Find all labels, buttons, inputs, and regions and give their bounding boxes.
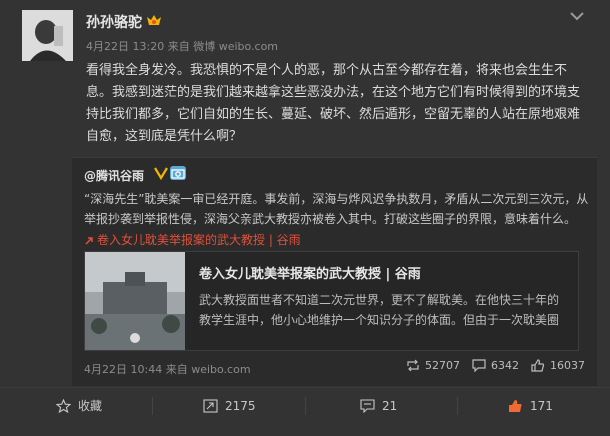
divider — [305, 397, 306, 415]
member-crown-icon[interactable] — [146, 13, 162, 27]
article-link[interactable]: 卷入女儿耽美举报案的武大教授 | 谷雨 — [84, 231, 301, 248]
repost-count: 52707 — [425, 359, 460, 372]
action-bar: 收藏 2175 21 171 — [0, 387, 610, 423]
favorite-label: 收藏 — [78, 399, 103, 413]
author-name[interactable]: 孙孙骆驼 — [86, 12, 142, 32]
repost-stats: 52707 6342 16037 — [406, 359, 585, 372]
article-link-label[interactable]: 卷入女儿耽美举报案的武大教授 | 谷雨 — [97, 233, 301, 247]
comment-count-stat[interactable]: 6342 — [472, 359, 519, 372]
comment-button[interactable]: 21 — [360, 388, 397, 423]
comment-icon — [472, 359, 486, 372]
repost-icon — [407, 359, 419, 372]
link-icon — [85, 236, 93, 245]
post-meta: 4月22日 13:20 来自 微博 weibo.com — [86, 38, 278, 54]
repost-icon — [203, 398, 218, 413]
verified-badge-icon — [154, 167, 168, 180]
repost-source: 来自 weibo.com — [165, 363, 251, 376]
repost-block: @腾讯谷雨 “深海先生”耽美案一审已经开庭。事发前，深海与烨风迟争执数月，矛盾从… — [72, 157, 597, 386]
article-card[interactable]: 卷入女儿耽美举报案的武大教授 | 谷雨 武大教授面世者不知道二次元世界，更不了解… — [84, 251, 579, 351]
favorite-button[interactable]: 收藏 — [56, 388, 102, 423]
repost-button[interactable]: 2175 — [203, 388, 256, 423]
like-action-count: 171 — [530, 398, 553, 413]
comment-action-count: 21 — [382, 398, 398, 413]
article-thumbnail — [85, 252, 185, 350]
thumbs-up-icon — [531, 359, 545, 372]
comment-count: 6342 — [491, 359, 519, 372]
comment-icon — [360, 398, 375, 413]
avatar[interactable] — [22, 10, 73, 61]
repost-timestamp[interactable]: 4月22日 10:44 — [84, 363, 162, 376]
chevron-down-icon[interactable] — [569, 10, 585, 22]
repost-author[interactable]: @腾讯谷雨 — [84, 167, 144, 184]
post-text: 看得我全身发冷。我恐惧的不是个人的恶，那个从古至今都存在着，将来也会生生不息。我… — [86, 63, 581, 144]
divider — [457, 397, 458, 415]
divider — [152, 397, 153, 415]
like-count: 16037 — [550, 359, 585, 372]
article-card-title[interactable]: 卷入女儿耽美举报案的武大教授 | 谷雨 — [199, 263, 421, 282]
thumbs-up-icon — [509, 399, 522, 412]
repost-meta: 4月22日 10:44 来自 weibo.com — [84, 361, 251, 377]
camera-icon[interactable] — [170, 166, 186, 180]
star-icon — [56, 398, 71, 413]
repost-text: “深海先生”耽美案一审已经开庭。事发前，深海与烨风迟争执数月，矛盾从二次元到三次… — [84, 192, 589, 226]
like-count-stat[interactable]: 16037 — [531, 359, 585, 372]
article-card-description: 武大教授面世者不知道二次元世界，更不了解耽美。在他快三十年的教学生涯中，他小心地… — [199, 293, 560, 327]
repost-count-stat[interactable]: 52707 — [406, 359, 460, 372]
like-button[interactable]: 171 — [508, 388, 553, 423]
post-source: 来自 微博 weibo.com — [167, 40, 279, 53]
repost-action-count: 2175 — [225, 398, 256, 413]
post-timestamp[interactable]: 4月22日 13:20 — [86, 40, 164, 53]
